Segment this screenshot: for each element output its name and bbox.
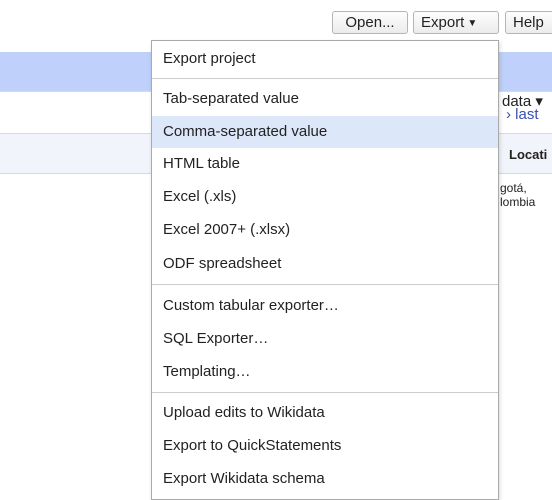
export-button-label: Export xyxy=(421,14,465,31)
chevron-down-icon: ▼ xyxy=(467,18,478,29)
menu-item-upload-wikidata[interactable]: Upload edits to Wikidata xyxy=(152,397,498,429)
menu-item-tsv[interactable]: Tab-separated value xyxy=(152,83,498,115)
menu-item-ods[interactable]: ODF spreadsheet xyxy=(152,248,498,280)
menu-item-custom-tabular[interactable]: Custom tabular exporter… xyxy=(152,290,498,322)
menu-item-sql-exporter[interactable]: SQL Exporter… xyxy=(152,323,498,355)
menu-separator xyxy=(152,392,498,393)
cell-text-line: gotá, xyxy=(500,181,527,195)
menu-item-csv[interactable]: Comma-separated value xyxy=(152,116,498,148)
menu-separator xyxy=(152,78,498,79)
column-header-location[interactable]: Locati xyxy=(509,147,547,162)
menu-item-export-project[interactable]: Export project xyxy=(152,43,498,75)
menu-item-html-table[interactable]: HTML table xyxy=(152,148,498,180)
menu-item-quickstatements[interactable]: Export to QuickStatements xyxy=(152,430,498,462)
menu-separator xyxy=(152,284,498,285)
last-page-link[interactable]: › last xyxy=(506,106,539,123)
help-button-label: Help xyxy=(513,14,544,31)
open-button[interactable]: Open... xyxy=(332,11,408,34)
table-cell: gotá, lombia xyxy=(500,181,535,209)
menu-item-excel-xls[interactable]: Excel (.xls) xyxy=(152,181,498,213)
menu-item-templating[interactable]: Templating… xyxy=(152,356,498,388)
help-button[interactable]: Help xyxy=(505,11,552,34)
cell-text-line: lombia xyxy=(500,195,536,209)
last-page-link-label: › last xyxy=(506,106,539,123)
column-header-label: Locati xyxy=(509,147,548,162)
open-button-label: Open... xyxy=(345,14,395,31)
export-menu: Export project Tab-separated value Comma… xyxy=(151,40,499,500)
menu-item-wikidata-schema[interactable]: Export Wikidata schema xyxy=(152,463,498,495)
export-button[interactable]: Export ▼ xyxy=(413,11,499,34)
menu-item-excel-xlsx[interactable]: Excel 2007+ (.xlsx) xyxy=(152,214,498,246)
